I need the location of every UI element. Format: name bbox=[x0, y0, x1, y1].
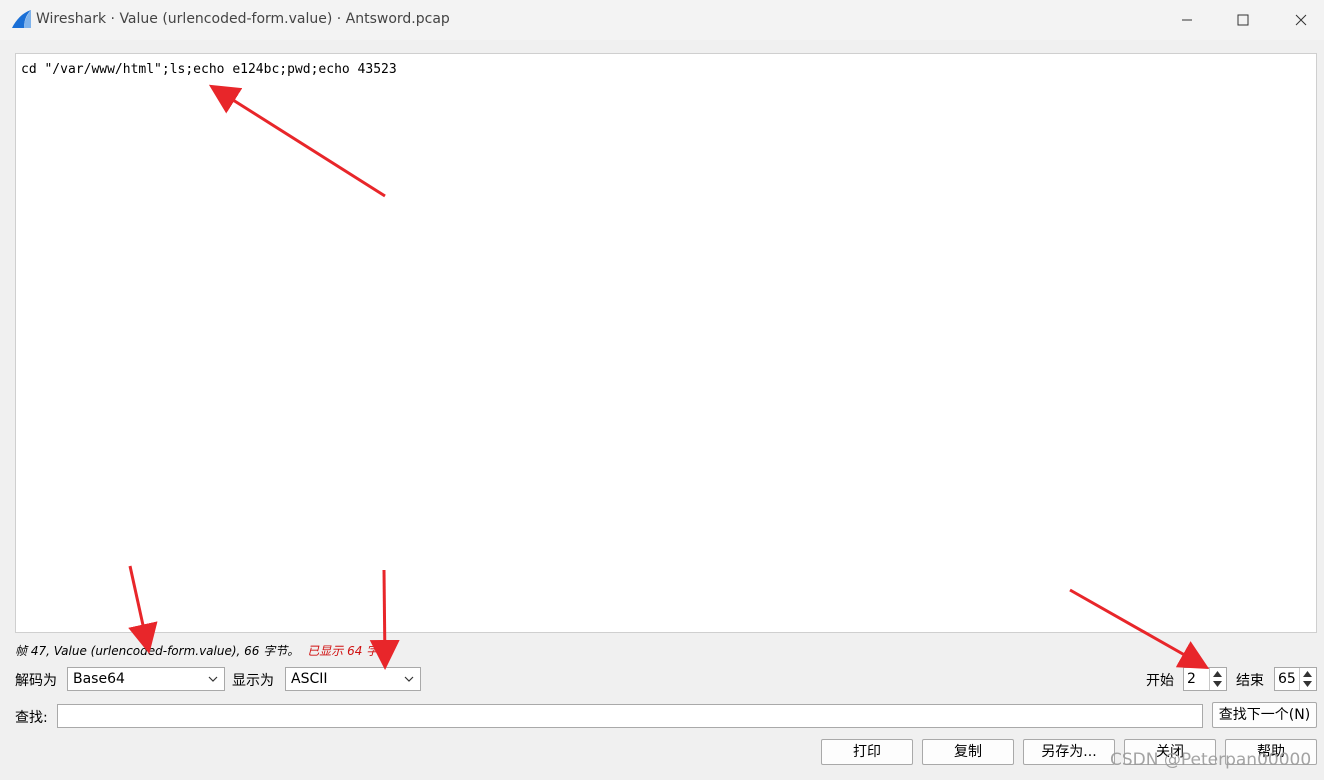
minimize-button[interactable] bbox=[1158, 0, 1216, 40]
window-title: Wireshark · Value (urlencoded-form.value… bbox=[36, 11, 450, 27]
show-as-select[interactable]: ASCII bbox=[285, 667, 421, 691]
title-bar: Wireshark · Value (urlencoded-form.value… bbox=[0, 0, 1324, 40]
spin-up-icon bbox=[1213, 671, 1222, 677]
maximize-button[interactable] bbox=[1214, 0, 1272, 40]
show-as-value: ASCII bbox=[291, 671, 328, 687]
wireshark-fin-icon bbox=[12, 10, 31, 28]
find-next-button[interactable]: 查找下一个(N) bbox=[1212, 702, 1317, 728]
decode-as-value: Base64 bbox=[73, 671, 125, 687]
start-spinbox[interactable]: 2 bbox=[1183, 667, 1227, 691]
value-text-area[interactable]: cd "/var/www/html";ls;echo e124bc;pwd;ec… bbox=[15, 53, 1317, 633]
end-spin-buttons[interactable] bbox=[1299, 668, 1316, 690]
minimize-icon bbox=[1182, 19, 1192, 21]
spin-down-icon bbox=[1303, 681, 1312, 687]
decode-as-label: 解码为 bbox=[15, 673, 57, 689]
end-label: 结束 bbox=[1236, 673, 1264, 689]
spin-up-icon bbox=[1303, 671, 1312, 677]
close-window-button[interactable] bbox=[1272, 0, 1324, 40]
start-value: 2 bbox=[1187, 671, 1196, 687]
status-shown: 已显示 64 字节 bbox=[307, 644, 391, 658]
start-label: 开始 bbox=[1146, 673, 1174, 689]
chevron-down-icon bbox=[208, 676, 218, 682]
watermark: CSDN @Peterpan00000 bbox=[1110, 750, 1312, 770]
chevron-down-icon bbox=[404, 676, 414, 682]
show-as-label: 显示为 bbox=[232, 673, 274, 689]
find-label: 查找: bbox=[15, 710, 48, 726]
print-button[interactable]: 打印 bbox=[821, 739, 913, 765]
find-input[interactable] bbox=[57, 704, 1203, 728]
decode-as-select[interactable]: Base64 bbox=[67, 667, 225, 691]
spin-down-icon bbox=[1213, 681, 1222, 687]
status-info: 帧 47, Value (urlencoded-form.value), 66 … bbox=[15, 644, 300, 658]
start-spin-buttons[interactable] bbox=[1209, 668, 1226, 690]
close-icon bbox=[1295, 14, 1307, 26]
end-value: 65 bbox=[1278, 671, 1296, 687]
maximize-icon bbox=[1237, 14, 1249, 26]
status-line: 帧 47, Value (urlencoded-form.value), 66 … bbox=[15, 642, 390, 659]
decoded-text: cd "/var/www/html";ls;echo e124bc;pwd;ec… bbox=[21, 62, 397, 77]
copy-button[interactable]: 复制 bbox=[922, 739, 1014, 765]
save-as-button[interactable]: 另存为... bbox=[1023, 739, 1115, 765]
end-spinbox[interactable]: 65 bbox=[1274, 667, 1317, 691]
